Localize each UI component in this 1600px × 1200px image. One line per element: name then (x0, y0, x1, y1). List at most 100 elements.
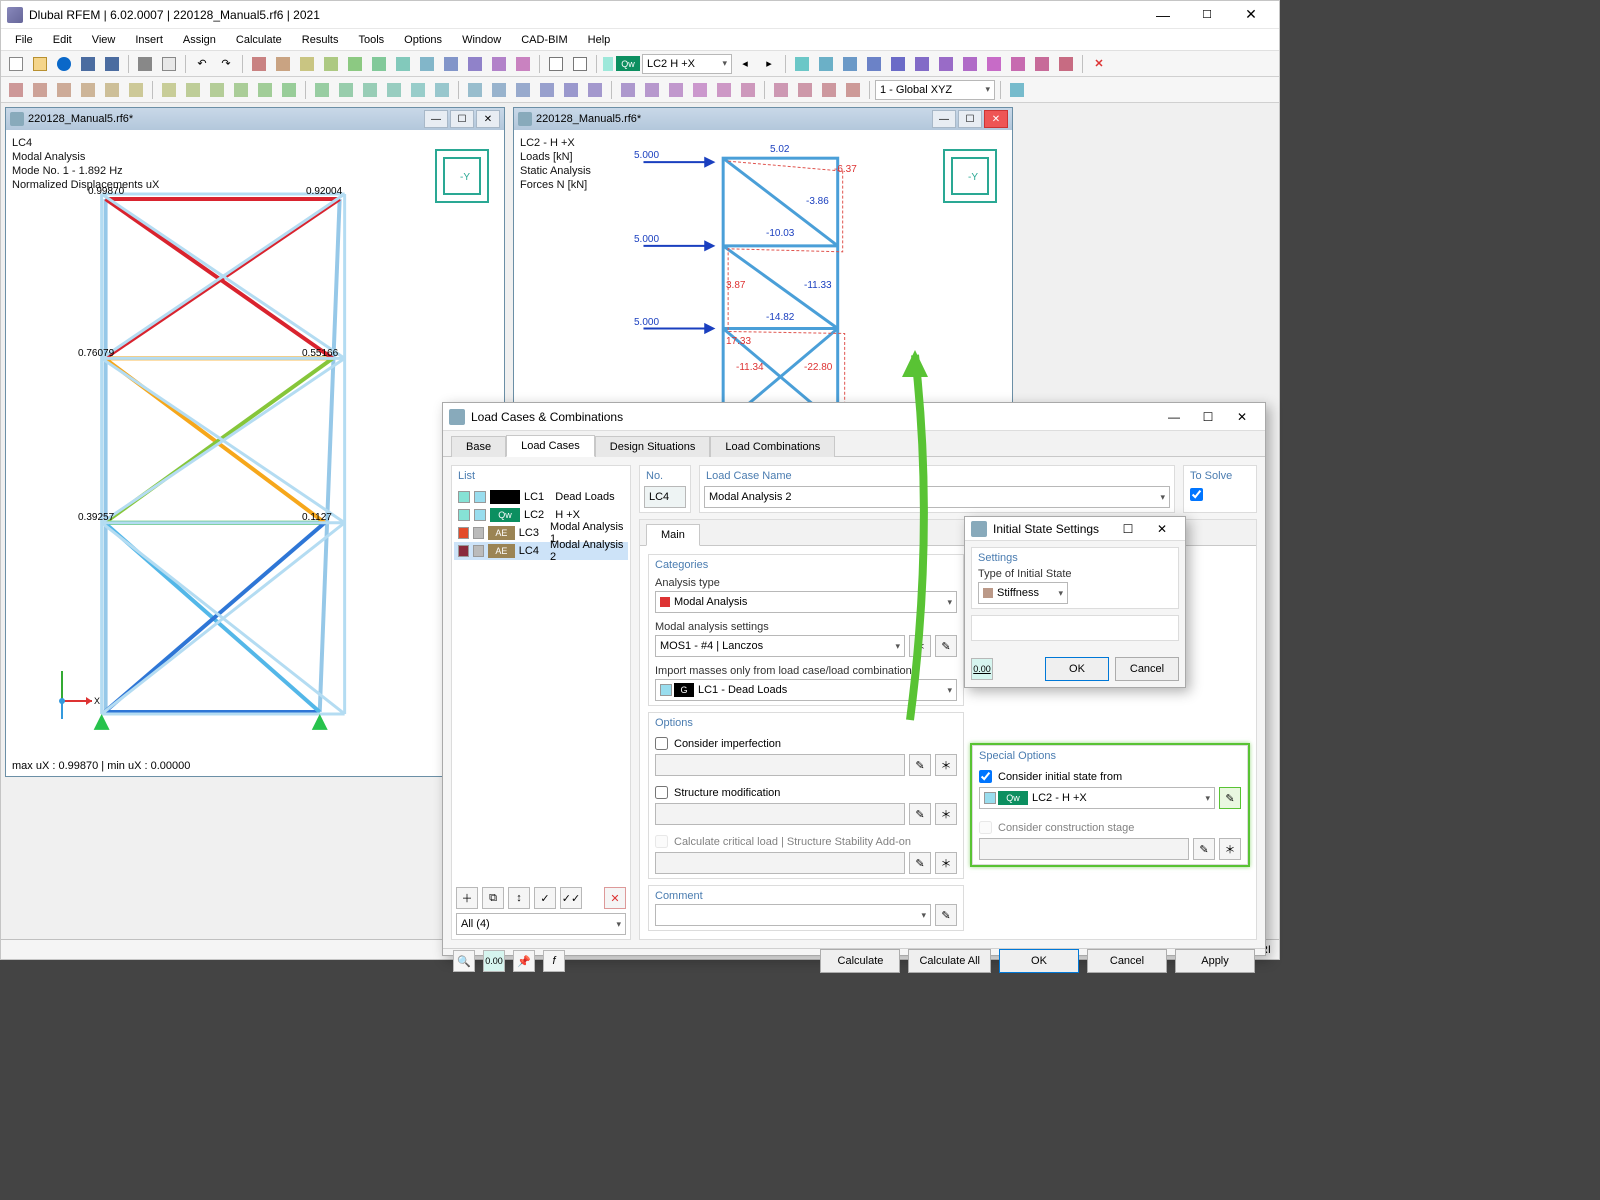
tool-icon[interactable] (344, 53, 366, 75)
new-icon[interactable]: ＊ (935, 803, 957, 825)
ok-button[interactable]: OK (999, 949, 1079, 973)
draw-icon[interactable] (431, 79, 453, 101)
draw-icon[interactable] (842, 79, 864, 101)
result-icon[interactable] (815, 53, 837, 75)
save-icon[interactable] (77, 53, 99, 75)
mdi-min-icon[interactable]: — (932, 110, 956, 128)
new-mas-icon[interactable]: ＊ (909, 635, 931, 657)
draw-icon[interactable] (407, 79, 429, 101)
dlg-close-icon[interactable]: ✕ (1225, 403, 1259, 431)
menu-calculate[interactable]: Calculate (226, 32, 292, 48)
draw-icon[interactable] (29, 79, 51, 101)
maximize-button[interactable]: ☐ (1185, 1, 1229, 29)
result-icon[interactable] (911, 53, 933, 75)
chk-struct-mod[interactable] (655, 786, 668, 799)
mdi-close-icon[interactable]: ✕ (476, 110, 500, 128)
result-icon[interactable] (863, 53, 885, 75)
tab-loadcases[interactable]: Load Cases (506, 435, 595, 457)
initial-state-type-select[interactable]: Stiffness▾ (978, 582, 1068, 604)
new-icon[interactable] (5, 53, 27, 75)
units-icon[interactable]: 0.00 (971, 658, 993, 680)
mas-select[interactable]: MOS1 - #4 | Lanczos▾ (655, 635, 905, 657)
fx-icon[interactable]: f (543, 950, 565, 972)
tab-design-situations[interactable]: Design Situations (595, 436, 711, 457)
draw-icon[interactable] (584, 79, 606, 101)
mdi-max-icon[interactable]: ☐ (958, 110, 982, 128)
delete-icon[interactable]: ✕ (604, 887, 626, 909)
draw-icon[interactable] (101, 79, 123, 101)
no-field[interactable]: LC4 (644, 486, 686, 508)
split-h-icon[interactable] (545, 53, 567, 75)
menu-results[interactable]: Results (292, 32, 349, 48)
result-icon[interactable] (791, 53, 813, 75)
import-mass-select[interactable]: GLC1 - Dead Loads▾ (655, 679, 957, 701)
dlg-max-icon[interactable]: ☐ (1191, 403, 1225, 431)
check-icon[interactable]: ✓ (534, 887, 556, 909)
draw-icon[interactable] (278, 79, 300, 101)
mdi-close-icon[interactable]: ✕ (984, 110, 1008, 128)
result-icon[interactable] (1055, 53, 1077, 75)
viewport-left[interactable]: LC4 Modal Analysis Mode No. 1 - 1.892 Hz… (6, 130, 504, 776)
tool-icon[interactable] (320, 53, 342, 75)
tab-main[interactable]: Main (646, 524, 700, 546)
copy-icon[interactable]: ⧉ (482, 887, 504, 909)
menu-help[interactable]: Help (578, 32, 621, 48)
draw-icon[interactable] (512, 79, 534, 101)
draw-icon[interactable] (488, 79, 510, 101)
draw-icon[interactable] (737, 79, 759, 101)
prev-lc-icon[interactable]: ◂ (734, 53, 756, 75)
comment-edit-icon[interactable]: ✎ (935, 904, 957, 926)
search-icon[interactable]: 🔍 (453, 950, 475, 972)
next-lc-icon[interactable]: ▸ (758, 53, 780, 75)
apply-button[interactable]: Apply (1175, 949, 1255, 973)
sdlg-cancel-button[interactable]: Cancel (1115, 657, 1179, 681)
solve-check[interactable] (1190, 488, 1203, 501)
tool-icon[interactable] (440, 53, 462, 75)
analysis-type-select[interactable]: Modal Analysis▾ (655, 591, 957, 613)
tool-icon[interactable] (248, 53, 270, 75)
mdi-min-icon[interactable]: — (424, 110, 448, 128)
draw-icon[interactable] (464, 79, 486, 101)
tool-icon[interactable] (392, 53, 414, 75)
draw-icon[interactable] (230, 79, 252, 101)
draw-icon[interactable] (713, 79, 735, 101)
pin-icon[interactable]: 📌 (513, 950, 535, 972)
draw-icon[interactable] (665, 79, 687, 101)
minimize-button[interactable]: — (1141, 1, 1185, 29)
tool-icon[interactable] (296, 53, 318, 75)
draw-icon[interactable] (617, 79, 639, 101)
result-icon[interactable] (959, 53, 981, 75)
tab-load-combos[interactable]: Load Combinations (710, 436, 835, 457)
lc-row[interactable]: LC1 Dead Loads (454, 488, 628, 506)
new-icon[interactable]: ＊ (935, 852, 957, 874)
sort-icon[interactable]: ↕ (508, 887, 530, 909)
result-icon[interactable] (1031, 53, 1053, 75)
result-icon[interactable] (1007, 53, 1029, 75)
cancel-button[interactable]: Cancel (1087, 949, 1167, 973)
draw-icon[interactable] (794, 79, 816, 101)
open-icon[interactable] (29, 53, 51, 75)
draw-icon[interactable] (158, 79, 180, 101)
menu-edit[interactable]: Edit (43, 32, 82, 48)
draw-icon[interactable] (125, 79, 147, 101)
draw-icon[interactable] (254, 79, 276, 101)
menu-tools[interactable]: Tools (348, 32, 394, 48)
help-tb-icon[interactable] (1006, 79, 1028, 101)
draw-icon[interactable] (770, 79, 792, 101)
refresh-icon[interactable] (53, 53, 75, 75)
draw-icon[interactable] (182, 79, 204, 101)
undo-icon[interactable]: ↶ (191, 53, 213, 75)
calc-all-button[interactable]: Calculate All (908, 949, 991, 973)
calc-button[interactable]: Calculate (820, 949, 900, 973)
list-filter[interactable]: All (4)▾ (456, 913, 626, 935)
lc-row-selected[interactable]: AELC4 Modal Analysis 2 (454, 542, 628, 560)
sdlg-close-icon[interactable]: ✕ (1145, 515, 1179, 543)
menu-options[interactable]: Options (394, 32, 452, 48)
result-icon[interactable] (983, 53, 1005, 75)
chk-imperfection[interactable] (655, 737, 668, 750)
draw-icon[interactable] (536, 79, 558, 101)
edit-mas-icon[interactable]: ✎ (935, 635, 957, 657)
draw-icon[interactable] (206, 79, 228, 101)
checkall-icon[interactable]: ✓✓ (560, 887, 582, 909)
menu-insert[interactable]: Insert (125, 32, 173, 48)
